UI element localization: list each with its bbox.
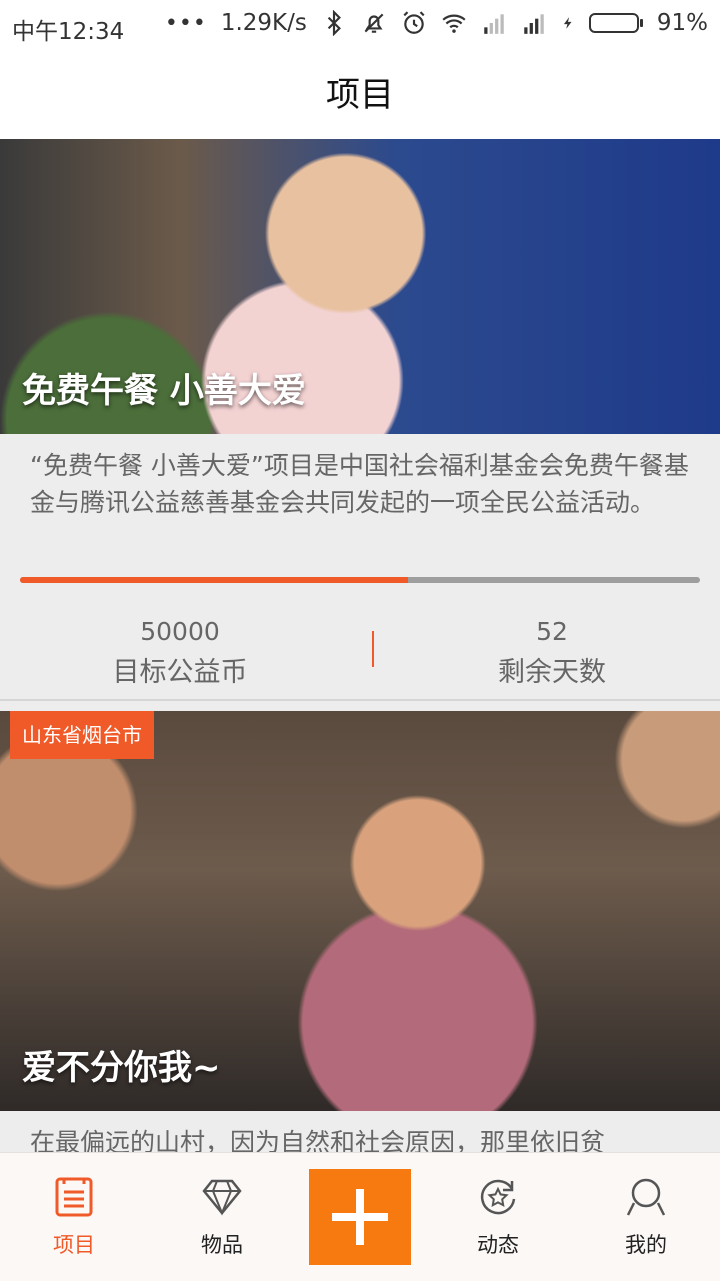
wifi-icon bbox=[442, 14, 466, 33]
refresh-star-icon bbox=[480, 1179, 516, 1215]
project-card[interactable]: 山东省烟台市 爱不分你我~ 在最偏远的山村，因为自然和社会原因，那里依旧贫 bbox=[0, 711, 720, 1171]
nav-item-goods[interactable]: 物品 bbox=[162, 1153, 282, 1281]
battery-icon bbox=[588, 13, 643, 33]
more-dots-icon: ••• bbox=[164, 10, 207, 36]
signal-icon bbox=[524, 14, 544, 34]
user-icon bbox=[626, 1178, 666, 1216]
location-tag: 山东省烟台市 bbox=[10, 711, 154, 759]
target-label: 目标公益币 bbox=[112, 657, 248, 688]
nav-label: 物品 bbox=[201, 1233, 243, 1257]
days-stat: 52 剩余天数 bbox=[402, 617, 702, 689]
target-stat: 50000 目标公益币 bbox=[30, 617, 330, 689]
nav-label: 项目 bbox=[53, 1233, 95, 1257]
status-bar: 中午12:34 ••• 1.29K/s 91% bbox=[0, 0, 720, 52]
progress-fill bbox=[20, 577, 408, 583]
project-stats: 50000 目标公益币 52 剩余天数 bbox=[0, 617, 720, 697]
target-value: 50000 bbox=[140, 617, 220, 646]
days-label: 剩余天数 bbox=[498, 657, 606, 688]
nav-item-projects[interactable]: 项目 bbox=[14, 1153, 134, 1281]
bottom-nav: 项目 物品 动态 我的 bbox=[0, 1152, 720, 1281]
nav-label: 我的 bbox=[625, 1233, 667, 1257]
nav-item-dynamics[interactable]: 动态 bbox=[438, 1153, 558, 1281]
alarm-icon bbox=[403, 11, 425, 34]
project-title: 免费午餐 小善大爱 bbox=[22, 371, 306, 411]
project-list-icon bbox=[55, 1177, 93, 1217]
nav-label: 动态 bbox=[477, 1233, 519, 1257]
mute-bell-icon bbox=[364, 13, 384, 33]
charging-icon bbox=[563, 17, 572, 29]
signal-weak-icon bbox=[484, 14, 504, 34]
project-cover-image[interactable]: 山东省烟台市 爱不分你我~ bbox=[0, 711, 720, 1111]
page-title: 项目 bbox=[0, 52, 720, 139]
plus-icon bbox=[332, 1189, 388, 1245]
bluetooth-icon bbox=[327, 10, 341, 36]
nav-item-mine[interactable]: 我的 bbox=[586, 1153, 706, 1281]
progress-bar bbox=[20, 577, 700, 583]
card-separator bbox=[0, 699, 720, 701]
net-speed: 1.29K/s bbox=[220, 10, 307, 36]
days-value: 52 bbox=[536, 617, 568, 646]
diamond-icon bbox=[202, 1179, 242, 1216]
project-title: 爱不分你我~ bbox=[22, 1048, 221, 1088]
add-button[interactable] bbox=[309, 1169, 411, 1265]
stats-divider bbox=[372, 631, 374, 667]
status-time: 中午12:34 bbox=[12, 19, 125, 45]
project-description: “免费午餐 小善大爱”项目是中国社会福利基金会免费午餐基金与腾讯公益慈善基金会共… bbox=[30, 451, 689, 517]
battery-percent: 91% bbox=[656, 10, 708, 36]
project-card[interactable]: 免费午餐 小善大爱 “免费午餐 小善大爱”项目是中国社会福利基金会免费午餐基金与… bbox=[0, 139, 720, 699]
project-cover-image[interactable]: 免费午餐 小善大爱 bbox=[0, 139, 720, 434]
status-icons: ••• 1.29K/s 91% bbox=[165, 10, 708, 36]
